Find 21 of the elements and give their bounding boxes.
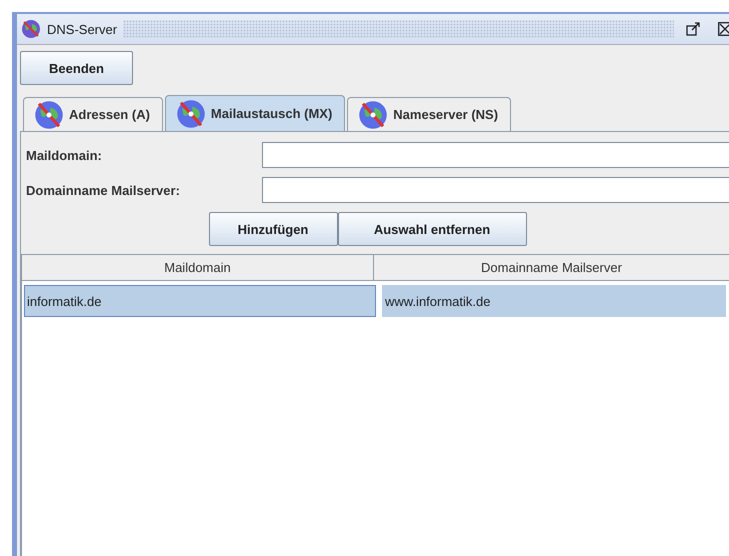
- input-field[interactable]: [262, 177, 729, 203]
- table-cell[interactable]: informatik.de: [24, 285, 376, 317]
- field-label: Maildomain:: [26, 148, 103, 162]
- globe-icon: [358, 100, 388, 130]
- input-field[interactable]: [262, 142, 729, 168]
- globe-icon: [34, 100, 64, 130]
- globe-icon: [21, 19, 41, 39]
- column-header[interactable]: Maildomain: [22, 255, 374, 280]
- quit-button[interactable]: Beenden: [20, 51, 133, 85]
- action-button[interactable]: Auswahl entfernen: [338, 212, 526, 246]
- column-header[interactable]: Domainname Mailserver: [374, 255, 729, 280]
- tab[interactable]: Nameserver (NS): [347, 97, 512, 131]
- field-label: Domainname Mailserver:: [26, 182, 181, 198]
- globe-icon: [176, 98, 206, 128]
- table-cell[interactable]: www.informatik.de: [382, 285, 726, 317]
- tab[interactable]: Adressen (A): [23, 97, 163, 131]
- maximize-icon[interactable]: [686, 22, 700, 36]
- window-title: DNS-Server: [47, 22, 118, 36]
- tab[interactable]: Mailaustausch (MX): [164, 95, 346, 131]
- action-button[interactable]: Hinzufügen: [208, 212, 338, 246]
- close-icon[interactable]: [718, 22, 729, 36]
